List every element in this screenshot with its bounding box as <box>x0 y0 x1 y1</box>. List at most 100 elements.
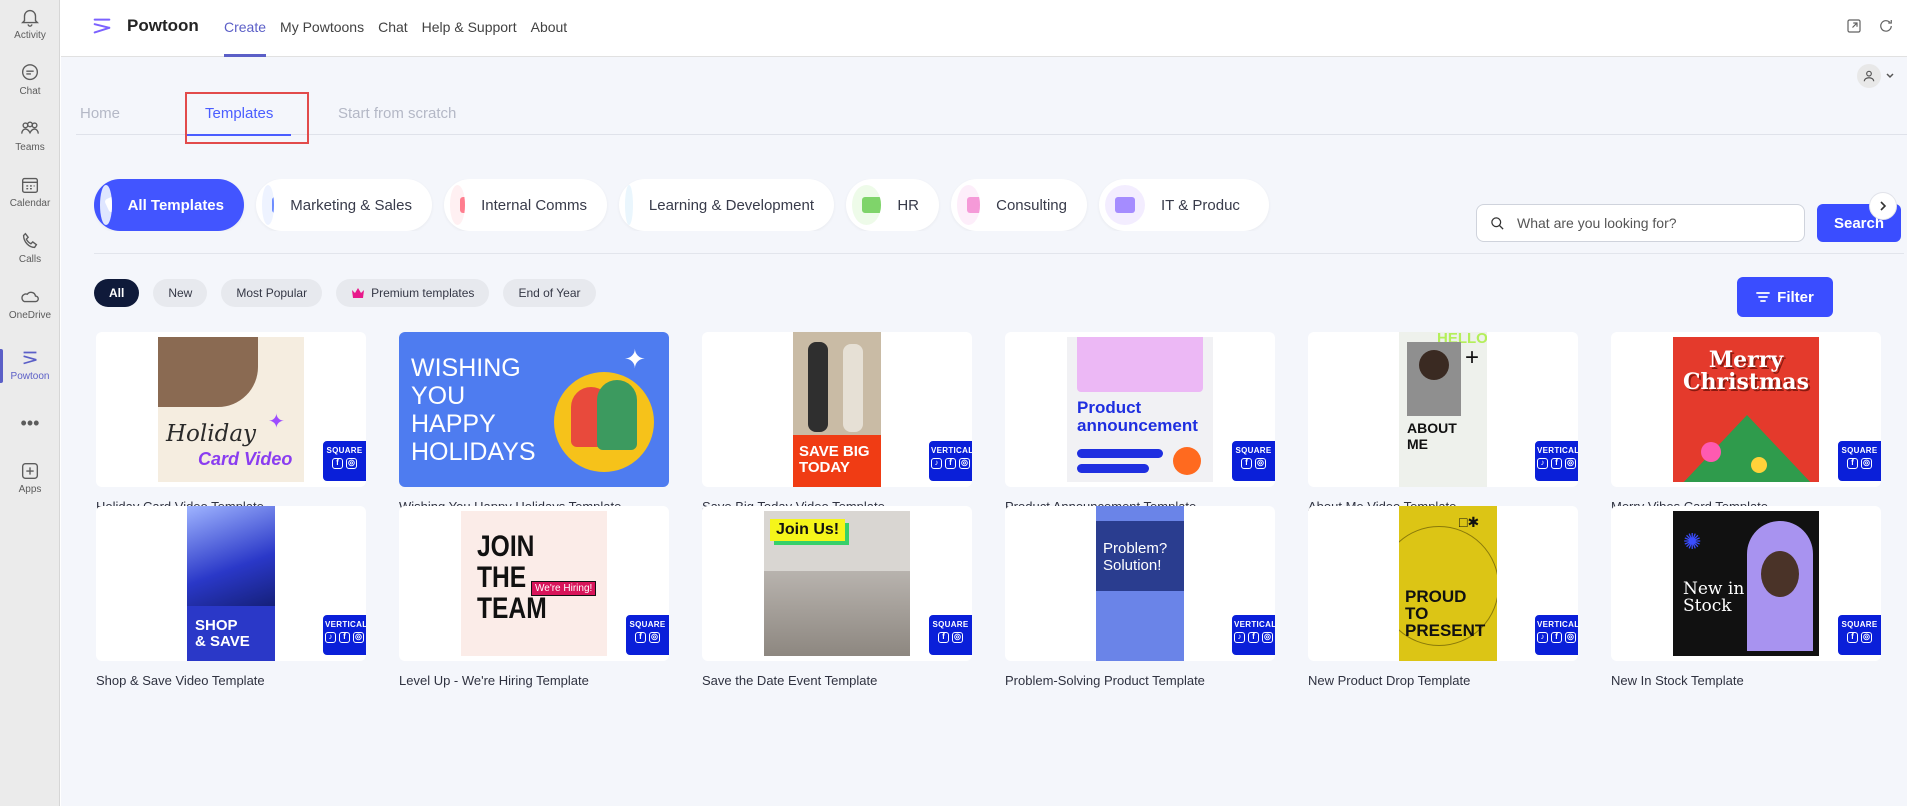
chip-new[interactable]: New <box>153 279 208 307</box>
template-card[interactable]: SHOP & SAVE VERTICAL ♪ f ◎ Shop & Save Vid… <box>96 506 366 688</box>
rail-item-calendar[interactable]: Calendar <box>0 170 60 222</box>
format-badge: VERTICAL ♪ f ◎ <box>929 441 972 481</box>
template-thumbnail[interactable]: Product announcement SQUARE f ◎ <box>1005 332 1275 487</box>
template-thumbnail[interactable]: ✺ New in Stock SQUARE f ◎ <box>1611 506 1881 661</box>
user-menu[interactable] <box>1857 64 1895 88</box>
filter-label: Filter <box>1777 288 1814 306</box>
template-card[interactable]: Product announcement SQUARE f◎ Product A… <box>1005 332 1275 514</box>
rail-item-teams[interactable]: Teams <box>0 114 60 166</box>
template-card[interactable]: SAVE BIG TODAY VERTICAL ♪f◎ Save Big Tod… <box>702 332 972 514</box>
category-learning-development[interactable]: Learning & Development <box>619 179 834 231</box>
template-card[interactable]: ✺ New in Stock SQUARE f ◎ New In Stock Te… <box>1611 506 1881 688</box>
rail-item-activity[interactable]: Activity <box>0 2 60 54</box>
template-thumbnail[interactable]: SAVE BIG TODAY VERTICAL ♪ f ◎ <box>702 332 972 487</box>
template-card[interactable]: Holiday Card Video ✦ SQUARE f◎ Holiday C… <box>96 332 366 514</box>
template-card[interactable]: Merry Christmas SQUARE f◎ Merry Vibes Ca… <box>1611 332 1881 514</box>
instagram-icon: ◎ <box>1255 458 1266 469</box>
template-thumbnail[interactable]: Join Us! SQUARE f ◎ <box>702 506 972 661</box>
templates-tab-highlight <box>185 92 309 144</box>
rail-item-powtoon[interactable]: Powtoon <box>0 343 60 395</box>
template-thumbnail[interactable]: HELLO ABOUT ME + VERTICAL ♪ f ◎ <box>1308 332 1578 487</box>
rail-label: Apps <box>18 484 42 495</box>
art-text: WISHING <box>411 354 521 382</box>
nav-create[interactable]: Create <box>217 0 273 57</box>
category-label: Internal Comms <box>481 196 587 214</box>
template-thumbnail[interactable]: Problem? Solution! VERTICAL ♪ f ◎ <box>1005 506 1275 661</box>
rail-label: Calendar <box>9 198 51 209</box>
phone-icon <box>22 232 38 249</box>
category-hr[interactable]: HR <box>846 179 939 231</box>
nav-help-support[interactable]: Help & Support <box>415 0 524 57</box>
rail-item-onedrive[interactable]: OneDrive <box>0 282 60 334</box>
category-consulting[interactable]: Consulting <box>951 179 1087 231</box>
category-all-templates[interactable]: All Templates <box>94 179 244 231</box>
tab-home[interactable]: Home <box>80 105 120 135</box>
tiktok-icon: ♪ <box>1234 632 1245 643</box>
badge-label: SQUARE <box>932 620 969 629</box>
facebook-icon: f <box>1241 458 1252 469</box>
template-thumbnail[interactable]: SHOP & SAVE VERTICAL ♪ f ◎ <box>96 506 366 661</box>
template-title[interactable]: New Product Drop Template <box>1308 673 1578 688</box>
template-thumbnail[interactable]: □✱ PROUD TO PRESENT VERTICAL ♪ f ◎ <box>1308 506 1578 661</box>
template-title[interactable]: Save the Date Event Template <box>702 673 972 688</box>
art-text: Stock <box>1683 596 1732 616</box>
refresh-icon[interactable] <box>1877 17 1895 35</box>
chip-most-popular[interactable]: Most Popular <box>221 279 323 307</box>
badge-label: SQUARE <box>1841 446 1878 455</box>
cloud-icon <box>21 291 39 303</box>
art-text: ME <box>1407 436 1428 452</box>
chip-end-of-year[interactable]: End of Year <box>503 279 596 307</box>
category-label: All Templates <box>127 196 224 214</box>
rail-item-calls[interactable]: Calls <box>0 226 60 278</box>
nav-about[interactable]: About <box>524 0 575 57</box>
art-text: Product <box>1077 398 1142 417</box>
template-card[interactable]: Problem? Solution! VERTICAL ♪ f ◎ Problem-… <box>1005 506 1275 688</box>
art-text: YOU <box>411 382 466 410</box>
template-card[interactable]: JOIN THE TEAM We're Hiring! SQUARE f ◎ Le… <box>399 506 669 688</box>
format-badge: SQUARE f ◎ <box>626 615 669 655</box>
chip-premium-templates[interactable]: Premium templates <box>336 279 490 307</box>
template-card[interactable]: □✱ PROUD TO PRESENT VERTICAL ♪ f ◎ New Pro… <box>1308 506 1578 688</box>
template-title[interactable]: New In Stock Template <box>1611 673 1881 688</box>
art-text: SAVE BIG <box>799 443 870 460</box>
carousel-next-button[interactable] <box>1869 192 1897 220</box>
facebook-icon: f <box>945 458 956 469</box>
category-it-product[interactable]: IT & Produc <box>1099 179 1269 231</box>
popout-icon[interactable] <box>1845 17 1863 35</box>
template-card[interactable]: HELLO ABOUT ME + VERTICAL ♪f◎ About Me V… <box>1308 332 1578 514</box>
template-title[interactable]: Problem-Solving Product Template <box>1005 673 1275 688</box>
facebook-icon: f <box>1847 632 1858 643</box>
search-input[interactable] <box>1517 213 1787 233</box>
template-title[interactable]: Shop & Save Video Template <box>96 673 366 688</box>
template-thumbnail[interactable]: JOIN THE TEAM We're Hiring! SQUARE f ◎ <box>399 506 669 661</box>
all-templates-icon <box>100 185 112 225</box>
internal-comms-icon <box>450 185 466 225</box>
template-thumbnail[interactable]: Merry Christmas SQUARE f ◎ <box>1611 332 1881 487</box>
consulting-icon <box>957 185 981 225</box>
template-title[interactable]: Level Up - We're Hiring Template <box>399 673 669 688</box>
category-marketing-sales[interactable]: Marketing & Sales <box>256 179 432 231</box>
art-text: Christmas <box>1683 369 1809 395</box>
badge-label: SQUARE <box>1235 446 1272 455</box>
badge-label: VERTICAL <box>1537 620 1578 629</box>
art-text: HAPPY <box>411 410 496 438</box>
rail-label: Powtoon <box>10 371 50 382</box>
tiktok-icon: ♪ <box>1537 632 1548 643</box>
nav-chat[interactable]: Chat <box>371 0 415 57</box>
tab-start-from-scratch[interactable]: Start from scratch <box>338 105 456 135</box>
template-thumbnail[interactable]: WISHING YOU HAPPY HOLIDAYS ✦ <box>399 332 669 487</box>
filter-button[interactable]: Filter <box>1737 277 1833 317</box>
chip-all[interactable]: All <box>94 279 140 307</box>
rail-more-button[interactable]: ••• <box>0 410 60 462</box>
plus-square-icon <box>21 462 39 480</box>
template-card[interactable]: Join Us! SQUARE f ◎ Save the Date Event T… <box>702 506 972 688</box>
template-card[interactable]: WISHING YOU HAPPY HOLIDAYS ✦ Wishing You… <box>399 332 669 514</box>
rail-item-apps[interactable]: Apps <box>0 456 60 508</box>
category-internal-comms[interactable]: Internal Comms <box>444 179 607 231</box>
rail-item-chat[interactable]: Chat <box>0 58 60 110</box>
nav-my-powtoons[interactable]: My Powtoons <box>273 0 371 57</box>
hr-icon <box>852 185 882 225</box>
header-actions <box>1845 17 1895 35</box>
template-thumbnail[interactable]: Holiday Card Video ✦ SQUARE f ◎ <box>96 332 366 487</box>
main-content: Home Templates Start from scratch Search… <box>61 57 1907 806</box>
